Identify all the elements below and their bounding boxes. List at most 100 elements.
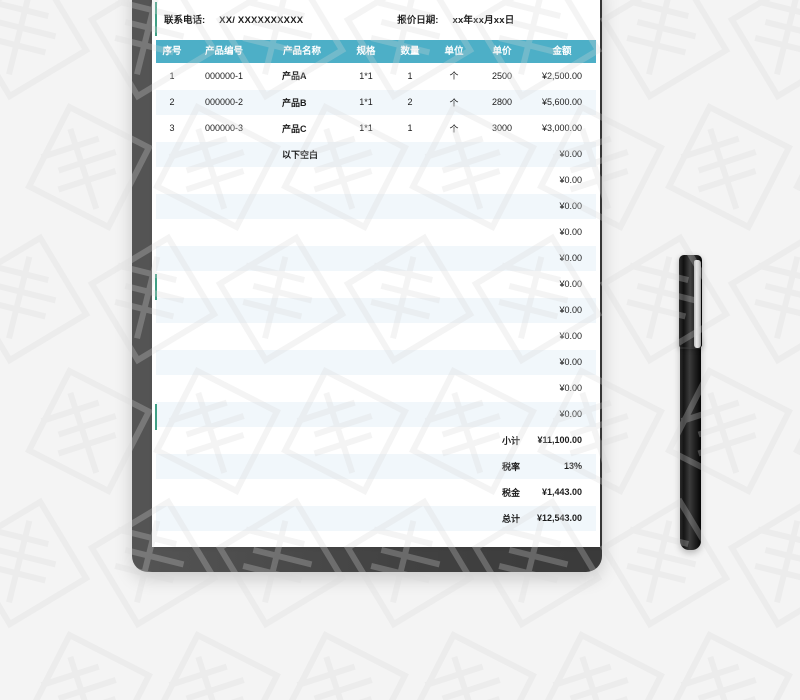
cell-price[interactable] bbox=[476, 167, 528, 194]
cell-name[interactable]: 产品B bbox=[260, 89, 344, 116]
cell-no[interactable] bbox=[156, 193, 188, 220]
cell-spec[interactable]: 1*1 bbox=[344, 115, 388, 142]
cell-code[interactable]: 000000-3 bbox=[188, 115, 260, 142]
summary-row-tax-rate[interactable]: 税率 13% bbox=[156, 453, 596, 480]
cell-unit[interactable] bbox=[432, 401, 476, 428]
cell-amount[interactable]: ¥0.00 bbox=[528, 219, 596, 246]
table-row[interactable]: ¥0.00 bbox=[156, 167, 596, 194]
cell-name[interactable] bbox=[260, 193, 344, 220]
column-header-spec[interactable]: 规格 bbox=[344, 40, 388, 63]
cell-price[interactable] bbox=[476, 271, 528, 298]
cell-unit[interactable] bbox=[432, 323, 476, 350]
column-header-code[interactable]: 产品编号 bbox=[188, 40, 260, 63]
cell-code[interactable] bbox=[188, 167, 260, 194]
cell-price[interactable]: 2800 bbox=[476, 89, 528, 116]
cell-amount[interactable]: ¥2,500.00 bbox=[528, 63, 596, 90]
table-row[interactable]: 以下空白 ¥0.00 bbox=[156, 141, 596, 168]
cell-unit[interactable] bbox=[432, 193, 476, 220]
cell-unit[interactable]: 个 bbox=[432, 63, 476, 90]
cell-code[interactable] bbox=[188, 375, 260, 402]
cell-amount[interactable]: ¥5,600.00 bbox=[528, 89, 596, 116]
cell-code[interactable] bbox=[188, 323, 260, 350]
cell-name[interactable] bbox=[260, 271, 344, 298]
summary-row-tax-amount[interactable]: 税金 ¥1,443.00 bbox=[156, 479, 596, 506]
cell-no[interactable] bbox=[156, 219, 188, 246]
cell-amount[interactable]: ¥0.00 bbox=[528, 271, 596, 298]
cell-unit[interactable] bbox=[432, 141, 476, 168]
cell-spec[interactable] bbox=[344, 219, 388, 246]
cell-qty[interactable] bbox=[388, 193, 432, 220]
cell-code[interactable] bbox=[188, 141, 260, 168]
cell-no[interactable] bbox=[156, 271, 188, 298]
cell-unit[interactable] bbox=[432, 375, 476, 402]
cell-code[interactable] bbox=[188, 271, 260, 298]
table-row[interactable]: 1 000000-1 产品A 1*1 1 个 2500 ¥2,500.00 bbox=[156, 63, 596, 90]
cell-spec[interactable] bbox=[344, 193, 388, 220]
cell-code[interactable] bbox=[188, 297, 260, 324]
table-row[interactable]: ¥0.00 bbox=[156, 245, 596, 272]
cell-name[interactable] bbox=[260, 245, 344, 272]
table-row[interactable]: ¥0.00 bbox=[156, 219, 596, 246]
cell-amount[interactable]: ¥0.00 bbox=[528, 375, 596, 402]
cell-price[interactable] bbox=[476, 323, 528, 350]
cell-amount[interactable]: ¥0.00 bbox=[528, 141, 596, 168]
cell-price[interactable]: 3000 bbox=[476, 115, 528, 142]
cell-name[interactable] bbox=[260, 297, 344, 324]
cell-no[interactable] bbox=[156, 349, 188, 376]
cell-unit[interactable] bbox=[432, 245, 476, 272]
cell-unit[interactable] bbox=[432, 167, 476, 194]
column-header-qty[interactable]: 数量 bbox=[388, 40, 432, 63]
cell-spec[interactable] bbox=[344, 323, 388, 350]
cell-name[interactable]: 产品C bbox=[260, 115, 344, 142]
cell-name[interactable] bbox=[260, 323, 344, 350]
column-header-name[interactable]: 产品名称 bbox=[260, 40, 344, 63]
cell-spec[interactable]: 1*1 bbox=[344, 63, 388, 90]
cell-no[interactable]: 3 bbox=[156, 115, 188, 142]
cell-code[interactable]: 000000-1 bbox=[188, 63, 260, 90]
cell-name[interactable] bbox=[260, 375, 344, 402]
table-row[interactable]: ¥0.00 bbox=[156, 401, 596, 428]
table-row[interactable]: ¥0.00 bbox=[156, 271, 596, 298]
table-row[interactable]: ¥0.00 bbox=[156, 297, 596, 324]
cell-price[interactable] bbox=[476, 141, 528, 168]
cell-amount[interactable]: ¥0.00 bbox=[528, 349, 596, 376]
cell-qty[interactable] bbox=[388, 167, 432, 194]
cell-amount[interactable]: ¥0.00 bbox=[528, 297, 596, 324]
cell-unit[interactable] bbox=[432, 297, 476, 324]
cell-unit[interactable] bbox=[432, 349, 476, 376]
cell-spec[interactable] bbox=[344, 141, 388, 168]
summary-value-tax-rate[interactable]: 13% bbox=[528, 453, 596, 480]
cell-qty[interactable] bbox=[388, 141, 432, 168]
summary-value-grand-total[interactable]: ¥12,543.00 bbox=[528, 505, 596, 532]
table-row[interactable]: ¥0.00 bbox=[156, 349, 596, 376]
cell-name[interactable] bbox=[260, 219, 344, 246]
summary-row-grand-total[interactable]: 总计 ¥12,543.00 bbox=[156, 505, 596, 532]
cell-unit[interactable] bbox=[432, 271, 476, 298]
table-row[interactable]: ¥0.00 bbox=[156, 323, 596, 350]
table-row[interactable]: 2 000000-2 产品B 1*1 2 个 2800 ¥5,600.00 bbox=[156, 89, 596, 116]
summary-row-subtotal[interactable]: 小计 ¥11,100.00 bbox=[156, 427, 596, 454]
cell-qty[interactable] bbox=[388, 349, 432, 376]
summary-value-subtotal[interactable]: ¥11,100.00 bbox=[528, 427, 596, 454]
cell-no[interactable] bbox=[156, 323, 188, 350]
cell-code[interactable] bbox=[188, 219, 260, 246]
cell-amount[interactable]: ¥0.00 bbox=[528, 323, 596, 350]
cell-amount[interactable]: ¥0.00 bbox=[528, 193, 596, 220]
cell-qty[interactable] bbox=[388, 375, 432, 402]
cell-unit[interactable]: 个 bbox=[432, 115, 476, 142]
cell-spec[interactable] bbox=[344, 401, 388, 428]
cell-no[interactable] bbox=[156, 401, 188, 428]
cell-no[interactable] bbox=[156, 141, 188, 168]
cell-price[interactable]: 2500 bbox=[476, 63, 528, 90]
column-header-price[interactable]: 单价 bbox=[476, 40, 528, 63]
cell-qty[interactable] bbox=[388, 401, 432, 428]
cell-spec[interactable] bbox=[344, 375, 388, 402]
cell-code[interactable] bbox=[188, 349, 260, 376]
cell-name[interactable] bbox=[260, 349, 344, 376]
cell-price[interactable] bbox=[476, 219, 528, 246]
cell-unit[interactable]: 个 bbox=[432, 89, 476, 116]
cell-qty[interactable] bbox=[388, 297, 432, 324]
cell-qty[interactable] bbox=[388, 219, 432, 246]
cell-price[interactable] bbox=[476, 193, 528, 220]
cell-no[interactable] bbox=[156, 297, 188, 324]
